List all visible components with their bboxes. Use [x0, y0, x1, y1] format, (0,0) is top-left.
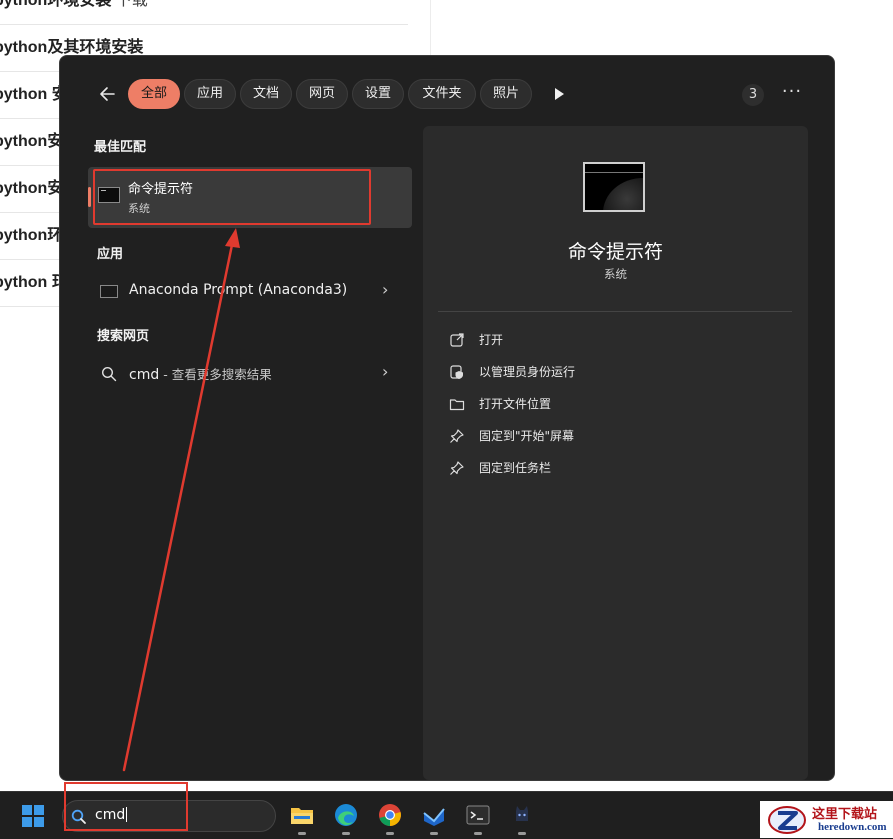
- windows-logo-icon: [22, 817, 32, 827]
- filter-photos[interactable]: 照片: [480, 79, 532, 109]
- chrome-button[interactable]: [376, 801, 404, 835]
- app-result-label: Anaconda Prompt (Anaconda3): [129, 282, 348, 298]
- windows-logo-icon: [22, 805, 32, 815]
- file-explorer-button[interactable]: [288, 801, 316, 835]
- preview-title: 命令提示符: [567, 241, 663, 263]
- best-match-subtitle: 系统: [128, 202, 150, 215]
- preview-pane: 命令提示符 系统 打开 以管理员身份运行 打开文件位置 固定到"开始"屏幕 固定…: [423, 126, 808, 780]
- command-prompt-icon: [98, 187, 120, 203]
- filter-documents[interactable]: 文档: [240, 79, 292, 109]
- running-indicator: [342, 832, 350, 835]
- windows-logo-icon: [34, 805, 44, 815]
- background-list-item[interactable]: python环境安装 下载: [0, 0, 408, 25]
- more-filters-button[interactable]: [548, 84, 570, 104]
- start-search-flyout: 全部 应用 文档 网页 设置 文件夹 照片 3 ··· 最佳匹配 命令提示符 系…: [59, 55, 835, 781]
- best-match-result[interactable]: 命令提示符 系统: [88, 167, 412, 228]
- selection-indicator: [88, 187, 91, 207]
- file-explorer-icon: [291, 808, 313, 824]
- edge-icon: [335, 804, 357, 826]
- watermark-text: 这里下载站: [812, 807, 878, 822]
- watermark: 这里下载站 heredown.com: [760, 801, 893, 838]
- filter-apps[interactable]: 应用: [184, 79, 236, 109]
- watermark-url: heredown.com: [818, 821, 887, 833]
- running-indicator: [430, 832, 438, 835]
- rewards-count-badge[interactable]: 3: [742, 84, 764, 106]
- cat-app-button[interactable]: [508, 801, 536, 835]
- chevron-right-icon[interactable]: ›: [382, 280, 388, 299]
- arrow-left-icon: [100, 87, 115, 101]
- preview-divider: [438, 311, 792, 312]
- pinned-app-button[interactable]: [420, 801, 448, 835]
- running-indicator: [386, 832, 394, 835]
- filter-all[interactable]: 全部: [128, 79, 180, 109]
- chrome-icon: [379, 804, 401, 826]
- web-search-result[interactable]: cmd - 查看更多搜索结果 ›: [88, 356, 412, 392]
- back-button[interactable]: [94, 82, 122, 106]
- open-external-icon: [450, 333, 464, 347]
- search-icon: [101, 366, 117, 382]
- filter-folders[interactable]: 文件夹: [408, 79, 476, 109]
- action-label: 固定到"开始"屏幕: [479, 429, 575, 443]
- start-button[interactable]: [22, 805, 44, 827]
- action-label: 打开: [479, 333, 504, 347]
- action-label: 固定到任务栏: [479, 461, 552, 475]
- more-options-button[interactable]: ···: [778, 82, 806, 106]
- app-result-anaconda-prompt[interactable]: Anaconda Prompt (Anaconda3) ›: [88, 274, 412, 310]
- terminal-button[interactable]: [464, 801, 492, 835]
- folder-icon: [449, 399, 465, 411]
- search-icon: [71, 809, 86, 824]
- chevron-right-icon[interactable]: ›: [382, 362, 388, 381]
- taskbar-search-box[interactable]: cmd: [62, 800, 276, 832]
- edge-button[interactable]: [332, 801, 360, 835]
- action-label: 以管理员身份运行: [479, 365, 576, 379]
- running-indicator: [474, 832, 482, 835]
- web-search-label: cmd - 查看更多搜索结果: [129, 367, 272, 383]
- windows-logo-icon: [34, 817, 44, 827]
- site-logo-icon: [768, 806, 806, 834]
- play-icon: [555, 88, 564, 100]
- running-indicator: [298, 832, 306, 835]
- cat-app-icon: [516, 806, 528, 821]
- pin-icon: [450, 429, 464, 443]
- app-icon: [423, 808, 445, 826]
- running-indicator: [518, 832, 526, 835]
- apps-heading: 应用: [97, 247, 124, 262]
- pin-icon: [450, 461, 464, 475]
- terminal-icon: [100, 285, 118, 298]
- filter-settings[interactable]: 设置: [352, 79, 404, 109]
- best-match-name: 命令提示符: [128, 182, 194, 197]
- terminal-icon: [466, 805, 490, 825]
- preview-subtitle: 系统: [604, 267, 627, 281]
- filter-web[interactable]: 网页: [296, 79, 348, 109]
- action-label: 打开文件位置: [479, 397, 552, 411]
- command-prompt-large-icon: [583, 162, 645, 212]
- best-match-heading: 最佳匹配: [94, 140, 147, 155]
- taskbar-search-input[interactable]: cmd: [95, 807, 128, 823]
- web-search-heading: 搜索网页: [97, 329, 150, 344]
- admin-shield-icon: [450, 365, 463, 379]
